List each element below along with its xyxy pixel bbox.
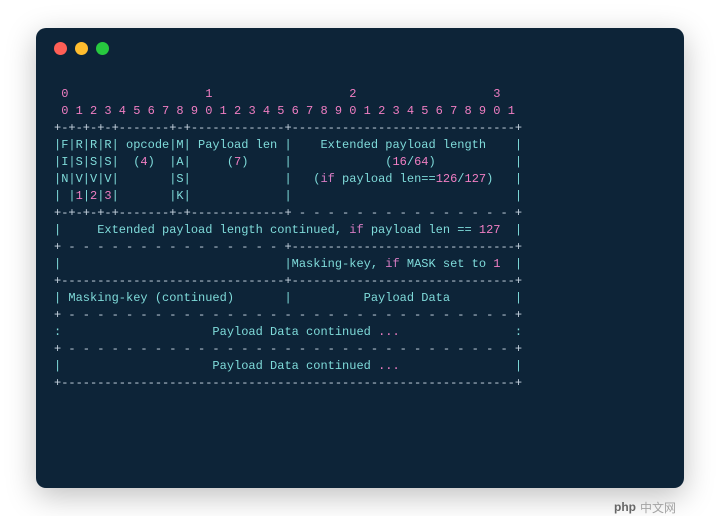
watermark-text: 中文网	[640, 499, 676, 516]
sep: + - - - - - - - - - - - - - - - +-------…	[54, 240, 522, 254]
watermark: php 中文网	[614, 499, 676, 516]
terminal-window: 0 1 2 3 0 1 2 3 4 5 6 7 8 9 0 1 2 3 4 5 …	[36, 28, 684, 488]
sep: +-+-+-+-+-------+-+-------------+ - - - …	[54, 206, 522, 220]
close-icon[interactable]	[54, 42, 67, 55]
traffic-lights	[54, 42, 666, 55]
row-4: | Masking-key (continued) | Payload Data…	[54, 291, 522, 305]
row-6: | Payload Data continued ... |	[54, 359, 522, 373]
sep: +-------------------------------+-------…	[54, 274, 522, 288]
frame-diagram: 0 1 2 3 0 1 2 3 4 5 6 7 8 9 0 1 2 3 4 5 …	[54, 69, 666, 392]
watermark-badge: php	[614, 500, 636, 514]
row-5: : Payload Data continued ... :	[54, 325, 522, 339]
row-3: | |Masking-key, if MASK set to 1 |	[54, 257, 522, 271]
zoom-icon[interactable]	[96, 42, 109, 55]
row-1-l3: |N|V|V|V| |S| | (if payload len==126/127…	[54, 172, 522, 186]
sep: +---------------------------------------…	[54, 376, 522, 390]
minimize-icon[interactable]	[75, 42, 88, 55]
row-1-l1: |F|R|R|R| opcode|M| Payload len | Extend…	[54, 138, 522, 152]
row-1-l4: | |1|2|3| |K| | |	[54, 189, 522, 203]
ruler-line-2: 0 1 2 3 4 5 6 7 8 9 0 1 2 3 4 5 6 7 8 9 …	[54, 104, 515, 118]
sep: + - - - - - - - - - - - - - - - - - - - …	[54, 308, 522, 322]
sep: +-+-+-+-+-------+-+-------------+-------…	[54, 121, 522, 135]
sep: + - - - - - - - - - - - - - - - - - - - …	[54, 342, 522, 356]
row-1-l2: |I|S|S|S| (4) |A| (7) | (16/64) |	[54, 155, 522, 169]
ruler-line-1: 0 1 2 3	[54, 87, 501, 101]
row-2: | Extended payload length continued, if …	[54, 223, 522, 237]
